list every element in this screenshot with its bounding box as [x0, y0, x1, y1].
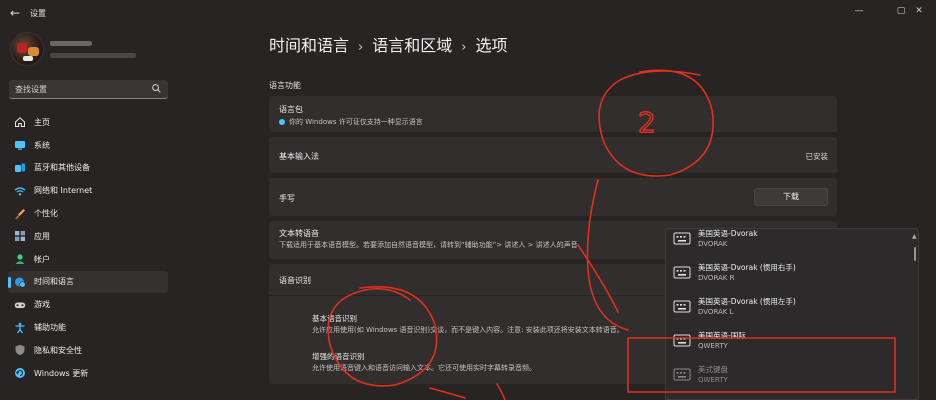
close-button[interactable]: ✕ — [911, 4, 927, 18]
annotation-arrow — [496, 383, 506, 400]
language-pack-title: 语言包 — [279, 105, 303, 114]
keyboard-icon — [673, 232, 691, 245]
keyboard-icon — [673, 300, 691, 313]
keyboard-option-code: DVORAK — [698, 240, 728, 248]
breadcrumb-link-language-region[interactable]: 语言和区域 — [372, 32, 452, 56]
bluetooth-devices-icon — [15, 163, 25, 172]
title-bar: ← 设置 — ▢ ✕ — [0, 0, 936, 26]
avatar[interactable] — [10, 32, 44, 66]
tts-description: 下载适用于基本语音模型。若要添加自然语音模型，请转到“辅助功能”> 讲述人 > … — [279, 241, 578, 249]
keyboard-icon — [673, 368, 691, 381]
annotation-arrow — [429, 387, 466, 399]
sidebar-item-label: 辅助功能 — [34, 323, 66, 333]
user-name-redacted — [50, 41, 92, 46]
sidebar-item-windows-update[interactable]: Windows 更新 — [8, 362, 168, 385]
sidebar-item-apps[interactable]: 应用 — [8, 225, 168, 248]
download-button[interactable]: 下载 — [754, 188, 828, 206]
brush-icon — [15, 208, 25, 219]
handwriting-title: 手写 — [279, 194, 295, 203]
gamepad-icon — [14, 302, 26, 308]
sidebar-item-label: 系统 — [34, 140, 50, 150]
sidebar-nav: 主页 系统 蓝牙和其他设备 网络和 Internet 个性化 应用 帐户 时间和… — [8, 111, 168, 385]
basic-input-card: 基本输入法 已安装 — [269, 137, 837, 173]
sidebar-item-label: 网络和 Internet — [34, 186, 93, 196]
language-pack-card: 语言包 你的 Windows 许可证仅支持一种显示语言 — [269, 96, 837, 132]
sidebar-item-accounts[interactable]: 帐户 — [8, 248, 168, 271]
installed-status: 已安装 — [805, 152, 829, 161]
breadcrumb-separator: › — [358, 40, 364, 55]
speech-recognition-title: 语音识别 — [279, 276, 311, 285]
basic-input-title: 基本输入法 — [279, 152, 319, 161]
globe-clock-icon — [15, 277, 26, 288]
sidebar-item-label: 隐私和安全性 — [34, 345, 82, 355]
keyboard-icon — [673, 334, 691, 347]
home-icon — [15, 117, 25, 128]
scrollbar-thumb[interactable] — [914, 247, 916, 261]
keyboard-option[interactable]: 美国英语-Dvorak (惯用左手) DVORAK L — [666, 291, 914, 325]
maximize-button[interactable]: ▢ — [893, 4, 909, 18]
language-pack-status: 你的 Windows 许可证仅支持一种显示语言 — [279, 117, 423, 127]
sidebar-item-bluetooth[interactable]: 蓝牙和其他设备 — [8, 157, 168, 180]
sidebar-item-label: 蓝牙和其他设备 — [34, 163, 90, 173]
shield-icon — [15, 345, 25, 356]
search-icon[interactable] — [151, 83, 162, 94]
keyboard-option-code: DVORAK L — [698, 308, 734, 316]
keyboard-option-code: QWERTY — [698, 376, 728, 384]
sidebar-item-label: 帐户 — [34, 254, 50, 264]
keyboard-option[interactable]: 美国英语-Dvorak (惯用右手) DVORAK R — [666, 257, 914, 291]
sidebar-item-accessibility[interactable]: 辅助功能 — [8, 316, 168, 339]
system-icon — [15, 141, 25, 150]
sidebar-item-gaming[interactable]: 游戏 — [8, 293, 168, 316]
breadcrumb-separator: › — [461, 40, 467, 55]
sidebar-item-label: 主页 — [34, 117, 50, 127]
accessibility-icon — [15, 322, 25, 333]
keyboard-option[interactable]: 美国英语-国际 QWERTY — [666, 325, 914, 359]
keyboard-icon — [673, 266, 691, 279]
search-box[interactable] — [9, 80, 168, 99]
apps-icon — [15, 231, 25, 242]
user-email-redacted — [50, 53, 136, 58]
sidebar-item-system[interactable]: 系统 — [8, 134, 168, 157]
language-pack-status-text: 你的 Windows 许可证仅支持一种显示语言 — [289, 118, 423, 126]
breadcrumb-link-time-language[interactable]: 时间和语言 — [269, 32, 349, 56]
keyboard-layout-dropdown[interactable]: ▲ 美国英语-Dvorak DVORAK 美国英语-Dvorak (惯用右手) … — [665, 228, 919, 400]
enhanced-speech-title: 增强的语音识别 — [312, 352, 365, 361]
page-title: 选项 — [475, 36, 508, 55]
sidebar-item-label: 个性化 — [34, 209, 58, 219]
app-title: 设置 — [30, 9, 46, 18]
breadcrumb: 时间和语言 › 语言和区域 › 选项 — [269, 32, 507, 56]
keyboard-option-name: 美国英语-Dvorak (惯用右手) — [698, 263, 796, 272]
basic-speech-title: 基本语音识别 — [312, 314, 357, 323]
keyboard-option-name: 美国英语-Dvorak (惯用左手) — [698, 297, 796, 306]
account-icon — [15, 254, 25, 265]
wifi-icon — [14, 187, 26, 196]
sidebar-item-privacy[interactable]: 隐私和安全性 — [8, 339, 168, 362]
sidebar-item-time-language[interactable]: 时间和语言 — [8, 270, 168, 294]
keyboard-option[interactable]: 美国英语-Dvorak DVORAK — [666, 229, 914, 257]
keyboard-option-code: QWERTY — [698, 342, 728, 350]
basic-speech-description: 允许应用使用(如 Windows 语音识别)交谈，而不是键入内容。注意: 安装此… — [312, 326, 624, 334]
sidebar-item-label: Windows 更新 — [34, 368, 89, 378]
sidebar-item-label: 游戏 — [34, 300, 50, 310]
tts-title: 文本转语音 — [279, 229, 319, 238]
sidebar-item-label: 应用 — [34, 231, 50, 241]
sidebar-item-personalization[interactable]: 个性化 — [8, 202, 168, 225]
section-heading-language-features: 语言功能 — [269, 81, 301, 90]
back-arrow-icon[interactable]: ← — [8, 6, 22, 20]
keyboard-option-disabled: 美式键盘 QWERTY — [666, 359, 914, 393]
handwriting-card: 手写 下载 — [269, 178, 837, 216]
keyboard-option-name: 美式键盘 — [698, 365, 728, 374]
info-dot-icon — [279, 119, 285, 125]
enhanced-speech-description: 允许使用语音键入和语音访问输入文本。它还可使用实时字幕转录音频。 — [312, 364, 536, 372]
minimize-button[interactable]: — — [851, 4, 867, 18]
keyboard-option-code: DVORAK R — [698, 274, 735, 282]
sidebar-item-network[interactable]: 网络和 Internet — [8, 179, 168, 202]
update-icon — [15, 368, 25, 379]
search-input[interactable] — [15, 82, 145, 96]
keyboard-option-name: 美国英语-Dvorak — [698, 229, 758, 238]
keyboard-option-name: 美国英语-国际 — [698, 331, 746, 340]
sidebar-item-label: 时间和语言 — [34, 277, 74, 287]
sidebar-item-home[interactable]: 主页 — [8, 111, 168, 134]
